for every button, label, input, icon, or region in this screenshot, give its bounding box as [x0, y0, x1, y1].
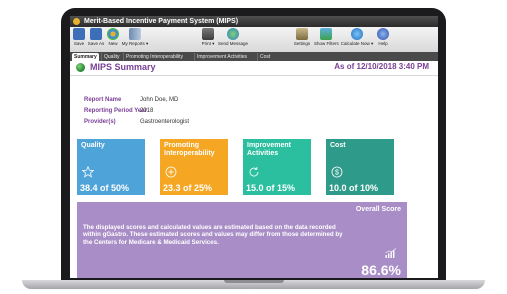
reporting-period-label: Reporting Period Year — [84, 108, 147, 114]
tab-promoting-interoperability[interactable]: Promoting Interoperability — [123, 53, 185, 61]
my-reports-button[interactable]: My Reports ▾ — [121, 28, 149, 47]
report-name-value: John Doe, MD — [140, 97, 179, 103]
page-title: MIPS Summary — [90, 62, 156, 72]
title-bar: Merit-Based Incentive Payment System (MI… — [70, 16, 438, 27]
report-name-label: Report Name — [84, 97, 122, 103]
cost-score: 10.0 of 10% — [329, 183, 379, 193]
tab-quality[interactable]: Quality — [101, 53, 122, 61]
overall-score-panel: Overall Score The displayed scores and c… — [77, 202, 407, 278]
new-button[interactable]: New — [106, 28, 120, 46]
quality-score: 38.4 of 50% — [80, 183, 130, 193]
quality-tile-title: Quality — [81, 142, 105, 149]
provider-value: Gastroenterologist — [140, 119, 190, 125]
summary-header: MIPS Summary As of 12/10/2018 3:40 PM — [70, 61, 438, 76]
promoting-interoperability-tile-title: Promoting Interoperability — [164, 142, 215, 157]
print-icon — [202, 28, 214, 40]
globe-icon — [76, 63, 85, 72]
provider-label: Provider(s) — [84, 119, 116, 125]
settings-icon — [296, 28, 308, 40]
score-disclaimer: The displayed scores and calculated valu… — [83, 224, 343, 246]
dollar-circle-icon: $ — [331, 166, 343, 178]
cost-tile[interactable]: Cost $ 10.0 of 10% — [326, 139, 394, 195]
app-icon — [73, 18, 80, 25]
new-icon — [107, 28, 119, 40]
tab-summary[interactable]: Summary — [72, 53, 99, 61]
calculate-now-button[interactable]: Calculate Now ▾ — [340, 28, 374, 47]
laptop-notch — [224, 280, 284, 283]
show-filters-button[interactable]: Show Filters — [314, 28, 339, 46]
improvement-activities-tile-title: Improvement Activities — [247, 142, 291, 157]
tab-improvement-activities[interactable]: Improvement Activities — [194, 53, 249, 61]
filter-icon — [320, 28, 332, 40]
overall-score-title: Overall Score — [355, 206, 401, 213]
tab-bar: Summary Quality Promoting Interoperabili… — [70, 52, 438, 61]
promoting-interoperability-tile[interactable]: Promoting Interoperability 23.3 of 25% — [160, 139, 228, 195]
settings-button[interactable]: Settings — [292, 28, 312, 46]
print-button[interactable]: Print ▾ — [200, 28, 216, 47]
save-button[interactable]: Save — [72, 28, 86, 46]
save-as-button[interactable]: Save As — [87, 28, 105, 46]
reporting-period-value: 2018 — [140, 108, 154, 114]
app-window: Merit-Based Incentive Payment System (MI… — [70, 16, 438, 278]
star-icon — [82, 166, 94, 178]
overall-score-value: 86.6% — [361, 262, 401, 278]
calculate-icon — [351, 28, 363, 40]
toolbar: Save Save As New My Reports ▾ Print ▾ Se… — [70, 27, 438, 53]
help-icon — [377, 28, 389, 40]
save-icon — [73, 28, 85, 40]
window-title: Merit-Based Incentive Payment System (MI… — [84, 18, 239, 25]
send-message-icon — [227, 28, 239, 40]
help-button[interactable]: Help — [376, 28, 390, 46]
promoting-interoperability-score: 23.3 of 25% — [163, 183, 213, 193]
cost-tile-title: Cost — [330, 142, 346, 149]
bar-chart-icon — [385, 248, 397, 258]
quality-tile[interactable]: Quality 38.4 of 50% — [77, 139, 145, 195]
tab-cost[interactable]: Cost — [257, 53, 272, 61]
as-of-timestamp: As of 12/10/2018 3:40 PM — [334, 62, 429, 71]
improvement-activities-score: 15.0 of 15% — [246, 183, 296, 193]
save-as-icon — [90, 28, 102, 40]
plus-circle-icon — [165, 166, 177, 178]
svg-text:$: $ — [335, 169, 339, 176]
my-reports-icon — [129, 28, 141, 40]
improvement-activities-tile[interactable]: Improvement Activities 15.0 of 15% — [243, 139, 311, 195]
send-message-button[interactable]: Send Message — [218, 28, 248, 46]
refresh-icon — [249, 167, 259, 177]
